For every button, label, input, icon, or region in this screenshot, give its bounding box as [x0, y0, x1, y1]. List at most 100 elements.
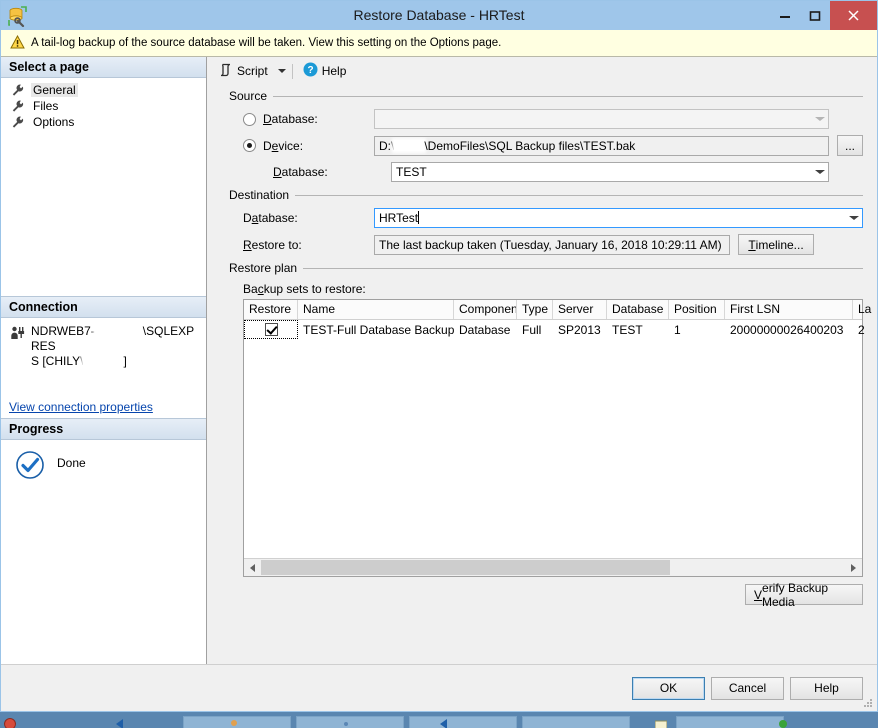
script-button[interactable]: Script: [215, 61, 272, 82]
backup-sets-grid: Restore Name Component Type Server Datab…: [243, 299, 863, 577]
restore-plan-group-title: Restore plan: [229, 261, 303, 275]
taskbar-button[interactable]: [522, 716, 630, 728]
tail-log-warning-bar: A tail-log backup of the source database…: [1, 30, 877, 57]
select-a-page-header: Select a page: [1, 57, 206, 78]
destination-database-row: Database: HRTest: [243, 208, 863, 228]
scrollbar-track[interactable]: [261, 559, 845, 576]
cancel-button[interactable]: Cancel: [711, 677, 784, 700]
taskbar-icon[interactable]: [228, 718, 240, 728]
chevron-right-icon[interactable]: [845, 559, 862, 576]
taskbar-icon[interactable]: [777, 718, 789, 728]
warning-text: A tail-log backup of the source database…: [31, 37, 501, 49]
grid-rows: TEST-Full Database Backup Database Full …: [244, 320, 862, 558]
close-button[interactable]: [830, 1, 877, 30]
database-restore-icon: [7, 5, 29, 27]
source-database-label: Database:: [243, 165, 391, 179]
source-device-radio-label: Device:: [263, 139, 374, 153]
cell-type: Full: [517, 323, 553, 337]
sidebar-item-general[interactable]: General: [1, 82, 206, 98]
windows-taskbar: [0, 712, 878, 728]
chevron-down-icon[interactable]: [278, 69, 286, 73]
group-divider-line: [295, 195, 863, 196]
browse-device-button[interactable]: ...: [837, 135, 863, 156]
source-device-row: Device: D:\\DemoFiles\SQL Backup files\T…: [243, 135, 863, 156]
source-database-combo[interactable]: [374, 109, 829, 129]
scrollbar-thumb[interactable]: [261, 560, 670, 575]
redacted-user-segment: [83, 354, 123, 365]
source-database-radio[interactable]: [243, 113, 256, 126]
sidebar-item-label: Files: [31, 99, 60, 113]
restore-checkbox-cell[interactable]: [244, 320, 298, 339]
column-header-database[interactable]: Database: [607, 300, 669, 319]
connection-server-prefix: NDRWEB7-: [31, 324, 95, 338]
timeline-button[interactable]: Timeline...: [738, 234, 814, 255]
help-button[interactable]: Help: [790, 677, 863, 700]
taskbar-icon[interactable]: [340, 718, 352, 728]
column-header-component[interactable]: Component: [454, 300, 517, 319]
taskbar-button[interactable]: [409, 716, 517, 728]
source-device-path-field[interactable]: D:\\DemoFiles\SQL Backup files\TEST.bak: [374, 136, 829, 156]
ok-button[interactable]: OK: [632, 677, 705, 700]
window-title: Restore Database - HRTest: [1, 1, 877, 30]
chevron-down-icon: [811, 170, 828, 174]
connection-user-prefix: S [CHILY\: [31, 354, 83, 368]
connection-header: Connection: [1, 296, 206, 318]
taskbar-icon[interactable]: [116, 718, 128, 728]
right-pane: Script ? Help: [207, 57, 877, 664]
source-database-name-row: Database: TEST: [243, 162, 863, 182]
grid-horizontal-scrollbar[interactable]: [244, 558, 862, 576]
cell-last-lsn: 2: [853, 323, 877, 337]
sidebar-item-label: Options: [31, 115, 76, 129]
sidebar-item-files[interactable]: Files: [1, 98, 206, 114]
resize-grip-icon[interactable]: [862, 697, 874, 709]
column-header-position[interactable]: Position: [669, 300, 725, 319]
sidebar-item-options[interactable]: Options: [1, 114, 206, 130]
source-database-name-combo[interactable]: TEST: [391, 162, 829, 182]
script-icon: [219, 63, 233, 80]
cell-position: 1: [669, 323, 725, 337]
table-row[interactable]: TEST-Full Database Backup Database Full …: [244, 320, 862, 339]
column-header-last-lsn[interactable]: La: [853, 300, 877, 319]
destination-database-value: HRTest: [375, 211, 845, 225]
view-connection-properties-link[interactable]: View connection properties: [9, 400, 153, 414]
wrench-icon: [11, 115, 25, 129]
window-controls: [770, 1, 877, 30]
column-header-server[interactable]: Server: [553, 300, 607, 319]
destination-database-combo[interactable]: HRTest: [374, 208, 863, 228]
page-toolbar: Script ? Help: [207, 59, 877, 83]
text-cursor: [418, 211, 419, 224]
chevron-left-icon[interactable]: [244, 559, 261, 576]
page-list: General Files Op: [1, 78, 206, 296]
progress-header: Progress: [1, 418, 206, 440]
verify-backup-media-button[interactable]: Verify Backup Media: [745, 584, 863, 605]
warning-triangle-icon: [10, 35, 25, 52]
maximize-button[interactable]: [800, 1, 830, 30]
group-divider-line: [303, 268, 863, 269]
dialog-body: Select a page General: [1, 57, 877, 664]
taskbar-button[interactable]: [676, 716, 784, 728]
column-header-name[interactable]: Name: [298, 300, 454, 319]
help-button[interactable]: ? Help: [299, 60, 351, 82]
column-header-restore[interactable]: Restore: [244, 300, 298, 319]
taskbar-icon[interactable]: [4, 718, 16, 728]
backup-sets-label: Backup sets to restore:: [243, 282, 863, 296]
column-header-type[interactable]: Type: [517, 300, 553, 319]
destination-group-title: Destination: [229, 188, 295, 202]
destination-database-label: Database:: [243, 211, 374, 225]
connection-user-close: ]: [123, 354, 126, 368]
verify-row: Verify Backup Media: [243, 584, 863, 605]
title-bar: Restore Database - HRTest: [1, 1, 877, 30]
taskbar-icon[interactable]: [440, 718, 452, 728]
general-page-content: Source Database:: [207, 83, 877, 664]
minimize-button[interactable]: [770, 1, 800, 30]
progress-status: Done: [57, 456, 86, 470]
group-divider-line: [273, 96, 863, 97]
taskbar-icon[interactable]: [655, 718, 667, 728]
column-header-first-lsn[interactable]: First LSN: [725, 300, 853, 319]
restore-to-label: Restore to:: [243, 238, 374, 252]
source-device-radio[interactable]: [243, 139, 256, 152]
connection-info: NDRWEB7-\SQLEXPRES S [CHILY\] View conne…: [1, 318, 206, 418]
script-label: Script: [237, 64, 268, 78]
restore-checkbox[interactable]: [265, 323, 278, 336]
source-group-header: Source: [229, 89, 863, 103]
